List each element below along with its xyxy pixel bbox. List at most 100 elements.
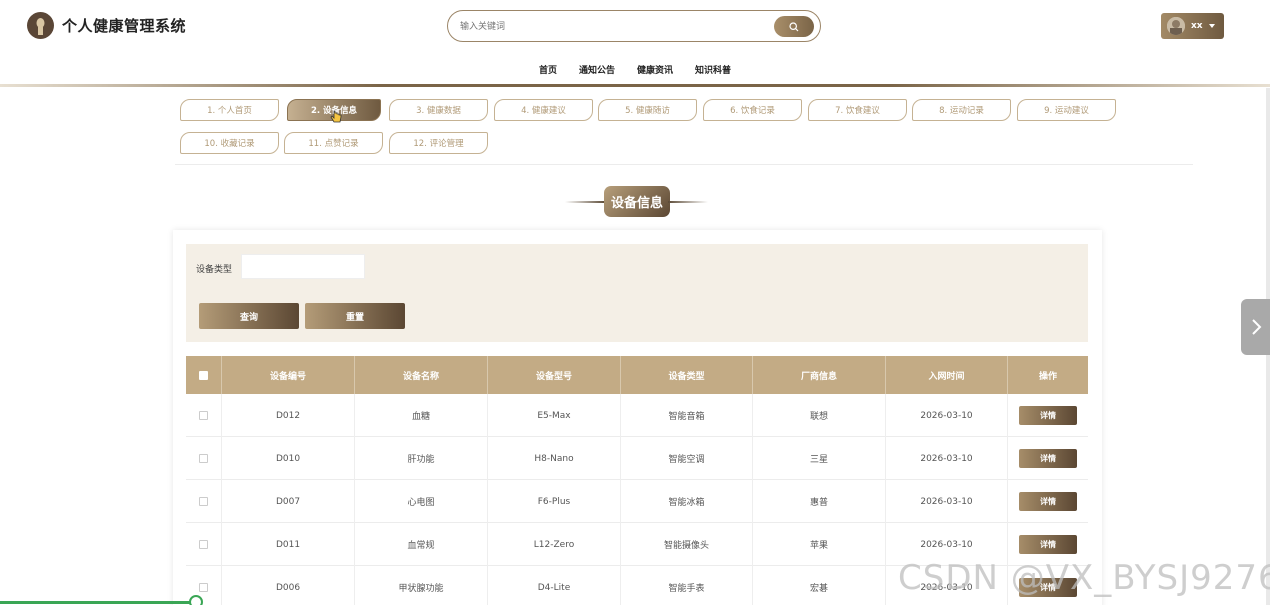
- top-header: 个人健康管理系统 xx 首页 通知公告 健康资讯 知识科普: [0, 0, 1270, 88]
- cell-device-type: 智能摄像头: [621, 523, 753, 566]
- tab-health-advice[interactable]: 4. 健康建议: [494, 99, 593, 121]
- reset-button[interactable]: 重置: [305, 303, 405, 329]
- nav-item-notices[interactable]: 通知公告: [579, 63, 615, 76]
- hand-cursor-icon: [330, 110, 342, 123]
- search-input[interactable]: [460, 17, 760, 37]
- cell-actions: 详情: [1008, 480, 1088, 523]
- device-type-input[interactable]: [241, 254, 365, 279]
- cell-device-name: 心电图: [355, 480, 488, 523]
- select-all-cell: [186, 356, 222, 394]
- row-checkbox[interactable]: [199, 583, 208, 592]
- cell-device-type: 智能空调: [621, 437, 753, 480]
- search-box: [447, 10, 821, 42]
- watermark: CSDN @VX_BYSJ9276: [898, 558, 1270, 598]
- cell-device-id: D011: [222, 523, 355, 566]
- detail-button[interactable]: 详情: [1019, 535, 1077, 554]
- content-panel: 设备类型 查询 重置 设备编号 设备名称 设备型号 设备类型 厂商信息 入网时间…: [173, 230, 1102, 605]
- cell-device-model: E5-Max: [488, 394, 621, 437]
- row-select-cell: [186, 394, 222, 437]
- table-row[interactable]: D007 心电图 F6-Plus 智能冰箱 惠普 2026-03-10 详情: [186, 480, 1088, 523]
- user-name: xx: [1191, 21, 1203, 31]
- row-select-cell: [186, 480, 222, 523]
- header-device-model[interactable]: 设备型号: [488, 356, 621, 394]
- nav-item-health-news[interactable]: 健康资讯: [637, 63, 673, 76]
- cell-device-model: F6-Plus: [488, 480, 621, 523]
- search-button[interactable]: [774, 16, 814, 37]
- title-decoration-right: [668, 201, 708, 203]
- header-device-type[interactable]: 设备类型: [621, 356, 753, 394]
- header-join-time[interactable]: 入网时间: [886, 356, 1008, 394]
- loading-progress-bar: [0, 601, 193, 604]
- detail-button[interactable]: 详情: [1019, 406, 1077, 425]
- cell-device-name: 肝功能: [355, 437, 488, 480]
- chevron-down-icon: [1208, 24, 1215, 28]
- detail-button[interactable]: 详情: [1019, 449, 1077, 468]
- table-header: 设备编号 设备名称 设备型号 设备类型 厂商信息 入网时间 操作: [186, 356, 1088, 394]
- section-header: 设备信息: [565, 186, 708, 217]
- cell-join-time: 2026-03-10: [886, 394, 1008, 437]
- cell-vendor: 苹果: [753, 523, 886, 566]
- cell-actions: 详情: [1008, 394, 1088, 437]
- cell-vendor: 联想: [753, 394, 886, 437]
- avatar: [1167, 17, 1185, 35]
- cell-actions: 详情: [1008, 437, 1088, 480]
- table-row[interactable]: D012 血糖 E5-Max 智能音箱 联想 2026-03-10 详情: [186, 394, 1088, 437]
- row-checkbox[interactable]: [199, 411, 208, 420]
- cell-vendor: 惠普: [753, 480, 886, 523]
- brand[interactable]: 个人健康管理系统: [27, 12, 186, 39]
- cell-device-id: D012: [222, 394, 355, 437]
- header-device-id[interactable]: 设备编号: [222, 356, 355, 394]
- main-nav: 首页 通知公告 健康资讯 知识科普: [0, 63, 1270, 76]
- cell-device-model: H8-Nano: [488, 437, 621, 480]
- tab-diet-record[interactable]: 6. 饮食记录: [703, 99, 802, 121]
- header-vendor[interactable]: 厂商信息: [753, 356, 886, 394]
- row-checkbox[interactable]: [199, 454, 208, 463]
- tab-health-data[interactable]: 3. 健康数据: [389, 99, 488, 121]
- header-device-name[interactable]: 设备名称: [355, 356, 488, 394]
- chevron-right-icon: [1251, 319, 1261, 335]
- row-select-cell: [186, 523, 222, 566]
- select-all-checkbox[interactable]: [199, 370, 208, 380]
- row-select-cell: [186, 437, 222, 480]
- user-menu-button[interactable]: xx: [1161, 13, 1224, 39]
- table-row[interactable]: D010 肝功能 H8-Nano 智能空调 三星 2026-03-10 详情: [186, 437, 1088, 480]
- cell-device-id: D006: [222, 566, 355, 605]
- cell-device-model: D4-Lite: [488, 566, 621, 605]
- query-button[interactable]: 查询: [199, 303, 299, 329]
- tab-comments[interactable]: 12. 评论管理: [389, 132, 488, 154]
- loading-indicator-icon: [189, 595, 203, 605]
- filter-area: 设备类型 查询 重置: [186, 244, 1088, 342]
- row-checkbox[interactable]: [199, 540, 208, 549]
- cell-device-id: D010: [222, 437, 355, 480]
- tabs-divider: [175, 164, 1193, 165]
- app-title: 个人健康管理系统: [62, 17, 187, 35]
- nav-item-home[interactable]: 首页: [539, 63, 557, 76]
- cell-join-time: 2026-03-10: [886, 437, 1008, 480]
- cell-device-type: 智能冰箱: [621, 480, 753, 523]
- section-title: 设备信息: [604, 186, 670, 217]
- header-divider: [0, 84, 1270, 87]
- device-type-label: 设备类型: [196, 265, 233, 275]
- tab-favorites[interactable]: 10. 收藏记录: [180, 132, 279, 154]
- tab-likes[interactable]: 11. 点赞记录: [284, 132, 383, 154]
- cell-vendor: 宏碁: [753, 566, 886, 605]
- header-actions: 操作: [1038, 371, 1057, 382]
- tab-exercise-record[interactable]: 8. 运动记录: [912, 99, 1011, 121]
- tab-exercise-advice[interactable]: 9. 运动建议: [1017, 99, 1116, 121]
- row-checkbox[interactable]: [199, 497, 208, 506]
- cell-device-model: L12-Zero: [488, 523, 621, 566]
- cell-device-id: D007: [222, 480, 355, 523]
- tab-personal-home[interactable]: 1. 个人首页: [180, 99, 279, 121]
- tab-diet-advice[interactable]: 7. 饮食建议: [808, 99, 907, 121]
- cell-device-name: 血常规: [355, 523, 488, 566]
- logo-icon: [27, 12, 54, 39]
- tab-health-followup[interactable]: 5. 健康随访: [598, 99, 697, 121]
- cell-join-time: 2026-03-10: [886, 480, 1008, 523]
- cell-device-name: 甲状腺功能: [355, 566, 488, 605]
- search-icon: [789, 21, 799, 31]
- cell-vendor: 三星: [753, 437, 886, 480]
- side-expand-button[interactable]: [1241, 299, 1270, 355]
- nav-item-knowledge[interactable]: 知识科普: [695, 63, 731, 76]
- detail-button[interactable]: 详情: [1019, 492, 1077, 511]
- cell-device-type: 智能手表: [621, 566, 753, 605]
